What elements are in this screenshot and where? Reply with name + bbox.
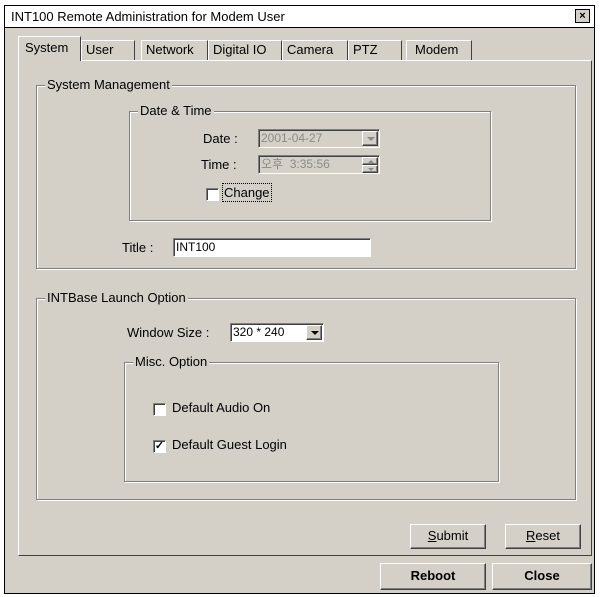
tab-user[interactable]: User xyxy=(81,40,135,60)
change-checkbox[interactable] xyxy=(206,188,219,201)
tab-digital-io[interactable]: Digital IO xyxy=(208,40,282,60)
system-management-legend: System Management xyxy=(45,77,172,93)
close-icon[interactable]: × xyxy=(575,9,590,23)
default-audio-checkbox[interactable] xyxy=(153,403,166,416)
time-picker[interactable]: 오후 3:35:56 xyxy=(258,155,380,174)
reboot-button[interactable]: Reboot xyxy=(380,563,486,590)
change-label[interactable]: Change xyxy=(222,183,272,202)
admin-dialog: INT100 Remote Administration for Modem U… xyxy=(4,5,595,594)
tab-network[interactable]: Network xyxy=(141,40,208,60)
title-input[interactable]: INT100 xyxy=(173,238,371,257)
default-audio-label[interactable]: Default Audio On xyxy=(172,400,270,415)
launch-option-group: INTBase Launch Option Window Size : 320 … xyxy=(36,290,576,500)
window-size-label: Window Size : xyxy=(127,325,210,340)
window-size-select[interactable]: 320 * 240 xyxy=(230,323,324,342)
date-label: Date : xyxy=(203,131,238,146)
spin-up-icon[interactable] xyxy=(362,157,378,165)
checkmark-icon: ✓ xyxy=(154,440,165,452)
default-guest-checkbox[interactable]: ✓ xyxy=(153,440,166,453)
tab-camera[interactable]: Camera xyxy=(282,40,348,60)
close-button[interactable]: Close xyxy=(492,563,592,590)
reset-button[interactable]: Reset xyxy=(505,524,581,549)
reset-rest: eset xyxy=(535,528,560,543)
default-guest-label[interactable]: Default Guest Login xyxy=(172,437,287,452)
date-time-legend: Date & Time xyxy=(138,103,214,119)
system-management-group: System Management Date & Time Date : 200… xyxy=(36,77,576,269)
window-title: INT100 Remote Administration for Modem U… xyxy=(11,9,285,24)
reset-accel: R xyxy=(526,528,536,543)
tab-ptz[interactable]: PTZ xyxy=(348,40,402,60)
tab-modem[interactable]: Modem xyxy=(406,40,472,60)
misc-option-legend: Misc. Option xyxy=(133,354,210,370)
date-picker[interactable]: 2001-04-27 xyxy=(258,129,380,148)
submit-rest: ubmit xyxy=(436,528,469,543)
launch-option-legend: INTBase Launch Option xyxy=(45,290,188,306)
time-value: 오후 3:35:56 xyxy=(261,157,330,171)
tab-system[interactable]: System xyxy=(18,36,81,61)
submit-button[interactable]: Submit xyxy=(410,524,486,549)
time-spinner[interactable] xyxy=(362,157,378,173)
date-value: 2001-04-27 xyxy=(261,131,323,145)
window-size-value: 320 * 240 xyxy=(233,325,285,339)
chevron-down-icon[interactable] xyxy=(306,325,322,340)
date-time-group: Date & Time Date : 2001-04-27 Time : 오후 … xyxy=(129,103,491,221)
title-label: Title : xyxy=(122,240,154,255)
time-label: Time : xyxy=(201,157,237,172)
chevron-down-icon[interactable] xyxy=(362,131,378,146)
spin-down-icon[interactable] xyxy=(362,165,378,173)
misc-option-group: Misc. Option Default Audio On ✓ Default … xyxy=(124,354,499,482)
system-tab-panel: System Management Date & Time Date : 200… xyxy=(18,60,592,556)
title-bar: INT100 Remote Administration for Modem U… xyxy=(5,6,594,28)
title-value: INT100 xyxy=(176,240,216,254)
